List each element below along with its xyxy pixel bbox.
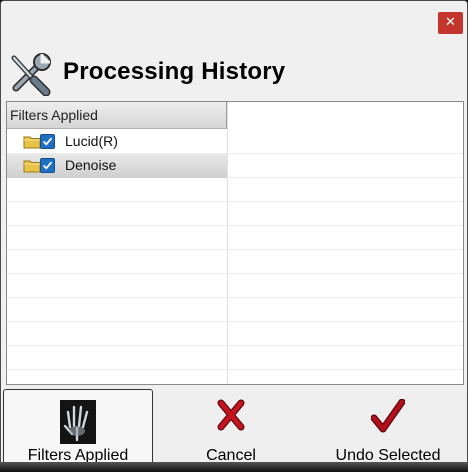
filters-tree-panel[interactable]: Filters Applied Lucid(R) Denoise (6, 101, 464, 385)
checkbox-denoise[interactable] (40, 158, 55, 173)
grid-line (7, 297, 463, 298)
column-header-filters-applied[interactable]: Filters Applied (7, 102, 227, 129)
folder-icon (23, 160, 41, 173)
checkbox-lucid[interactable] (40, 134, 55, 149)
checkmark-icon (371, 399, 405, 433)
close-button[interactable]: ✕ (438, 12, 463, 34)
processing-history-dialog: ✕ Processing History Filters Applied Luc… (0, 0, 468, 472)
grid-line (7, 249, 463, 250)
tree-item-label: Lucid(R) (65, 133, 118, 149)
page-title: Processing History (63, 58, 286, 85)
dialog-header: Processing History (1, 41, 467, 99)
grid-line (7, 369, 463, 370)
grid-line (7, 201, 463, 202)
grid-line (7, 273, 463, 274)
close-icon: ✕ (445, 15, 456, 30)
filters-applied-button[interactable]: Filters Applied (3, 389, 153, 467)
cancel-button[interactable]: Cancel (156, 389, 306, 467)
folder-icon (23, 136, 41, 149)
background-strip (0, 462, 468, 472)
undo-selected-button[interactable]: Undo Selected (311, 389, 465, 467)
title-bar[interactable]: ✕ (1, 1, 467, 41)
xray-hand-icon (60, 400, 96, 444)
column-separator (227, 102, 228, 384)
grid-line (7, 225, 463, 226)
tree-item-denoise[interactable]: Denoise (7, 154, 227, 178)
cancel-x-icon (217, 399, 245, 431)
grid-line (7, 345, 463, 346)
tree-item-label: Denoise (65, 157, 117, 173)
grid-line (7, 321, 463, 322)
tools-icon (11, 53, 51, 96)
bottom-toolbar: Filters Applied Cancel Undo Selected (1, 389, 467, 471)
tree-item-lucid[interactable]: Lucid(R) (7, 130, 227, 154)
